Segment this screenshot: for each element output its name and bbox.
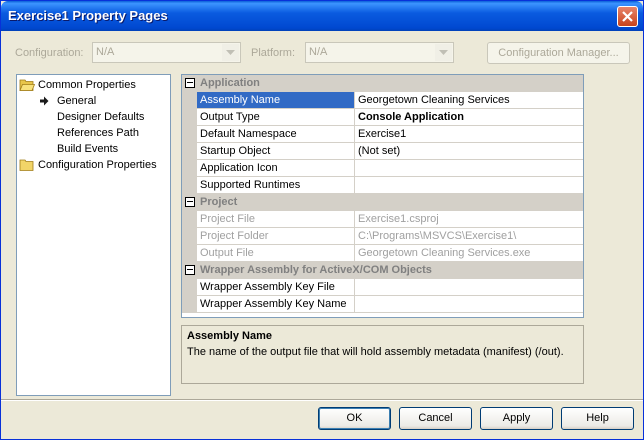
folder-open-icon (19, 79, 35, 91)
configuration-dropdown-arrow[interactable] (222, 44, 239, 61)
cancel-button[interactable]: Cancel (399, 407, 472, 430)
property-row-wrapper-key-file[interactable]: Wrapper Assembly Key File (182, 279, 583, 296)
category-label: Project (200, 196, 238, 208)
collapse-toggle-icon[interactable] (185, 78, 195, 88)
collapse-toggle-icon[interactable] (185, 197, 195, 207)
category-label: Application (200, 77, 260, 89)
description-text: The name of the output file that will ho… (187, 346, 564, 358)
help-button[interactable]: Help (561, 407, 634, 430)
property-name[interactable]: Wrapper Assembly Key Name (197, 296, 355, 313)
property-name[interactable]: Supported Runtimes (197, 177, 355, 194)
tree-item-label: Designer Defaults (57, 111, 145, 123)
property-value[interactable]: Console Application (355, 109, 583, 126)
property-grid[interactable]: Application Assembly Name Georgetown Cle… (181, 74, 584, 318)
property-value[interactable]: Georgetown Cleaning Services.exe (355, 245, 583, 262)
tree-item-build-events[interactable]: Build Events (57, 141, 118, 157)
collapse-toggle-icon[interactable] (185, 265, 195, 275)
property-value[interactable] (355, 160, 583, 177)
description-panel: Assembly Name The name of the output fil… (181, 325, 584, 384)
property-row-project-folder[interactable]: Project Folder C:\Programs\MSVCS\Exercis… (182, 228, 583, 245)
category-label: Wrapper Assembly for ActiveX/COM Objects (200, 264, 432, 276)
property-row-application-icon[interactable]: Application Icon (182, 160, 583, 177)
property-name[interactable]: Default Namespace (197, 126, 355, 143)
category-application[interactable]: Application (182, 75, 583, 92)
platform-combo[interactable]: N/A (305, 42, 454, 63)
property-name[interactable]: Output File (197, 245, 355, 262)
window-title: Exercise1 Property Pages (8, 8, 168, 23)
property-row-project-file[interactable]: Project File Exercise1.csproj (182, 211, 583, 228)
configuration-value: N/A (96, 46, 115, 58)
property-row-supported-runtimes[interactable]: Supported Runtimes (182, 177, 583, 194)
platform-dropdown-arrow[interactable] (435, 44, 452, 61)
property-name[interactable]: Project File (197, 211, 355, 228)
platform-value: N/A (309, 46, 328, 58)
property-value[interactable]: Georgetown Cleaning Services (355, 92, 583, 109)
property-value[interactable]: Exercise1 (355, 126, 583, 143)
arrow-right-icon (40, 96, 49, 106)
tree-item-label: References Path (57, 127, 139, 139)
description-title: Assembly Name (187, 330, 272, 342)
property-value[interactable] (355, 279, 583, 296)
property-row-default-namespace[interactable]: Default Namespace Exercise1 (182, 126, 583, 143)
property-row-output-type[interactable]: Output Type Console Application (182, 109, 583, 126)
apply-button[interactable]: Apply (480, 407, 553, 430)
category-project[interactable]: Project (182, 194, 583, 211)
configuration-label: Configuration: (15, 47, 84, 59)
tree-item-label: Build Events (57, 143, 119, 155)
property-name[interactable]: Application Icon (197, 160, 355, 177)
chevron-down-icon (226, 50, 235, 55)
configuration-combo[interactable]: N/A (92, 42, 241, 63)
property-value[interactable]: (Not set) (355, 143, 583, 160)
property-value[interactable]: C:\Programs\MSVCS\Exercise1\ (355, 228, 583, 245)
platform-label: Platform: (251, 47, 296, 59)
property-name[interactable]: Output Type (197, 109, 355, 126)
tree-item-label: Common Properties (38, 79, 136, 91)
property-tree[interactable]: Common Properties General Designer Defau… (16, 74, 171, 396)
property-value[interactable] (355, 177, 583, 194)
property-value[interactable] (355, 296, 583, 313)
close-icon (622, 11, 633, 22)
chevron-down-icon (439, 50, 448, 55)
property-name[interactable]: Wrapper Assembly Key File (197, 279, 355, 296)
property-name[interactable]: Project Folder (197, 228, 355, 245)
property-row-assembly-name[interactable]: Assembly Name Georgetown Cleaning Servic… (182, 92, 583, 109)
property-row-startup-object[interactable]: Startup Object (Not set) (182, 143, 583, 160)
property-row-wrapper-key-name[interactable]: Wrapper Assembly Key Name (182, 296, 583, 313)
close-button[interactable] (617, 6, 638, 27)
ok-button[interactable]: OK (318, 407, 391, 430)
property-name[interactable]: Assembly Name (197, 92, 355, 109)
category-wrapper-assembly[interactable]: Wrapper Assembly for ActiveX/COM Objects (182, 262, 583, 279)
configuration-manager-button[interactable]: Configuration Manager... (487, 42, 630, 64)
tree-item-label: Configuration Properties (38, 159, 157, 171)
tree-item-designer-defaults[interactable]: Designer Defaults (57, 109, 144, 125)
property-value[interactable]: Exercise1.csproj (355, 211, 583, 228)
property-row-output-file[interactable]: Output File Georgetown Cleaning Services… (182, 245, 583, 262)
tree-item-label: General (57, 95, 97, 107)
title-bar[interactable]: Exercise1 Property Pages (1, 1, 643, 31)
divider (1, 399, 643, 401)
property-pages-dialog: Exercise1 Property Pages Configuration: … (0, 0, 644, 440)
tree-item-references-path[interactable]: References Path (57, 125, 139, 141)
folder-icon (19, 159, 34, 171)
property-name[interactable]: Startup Object (197, 143, 355, 160)
